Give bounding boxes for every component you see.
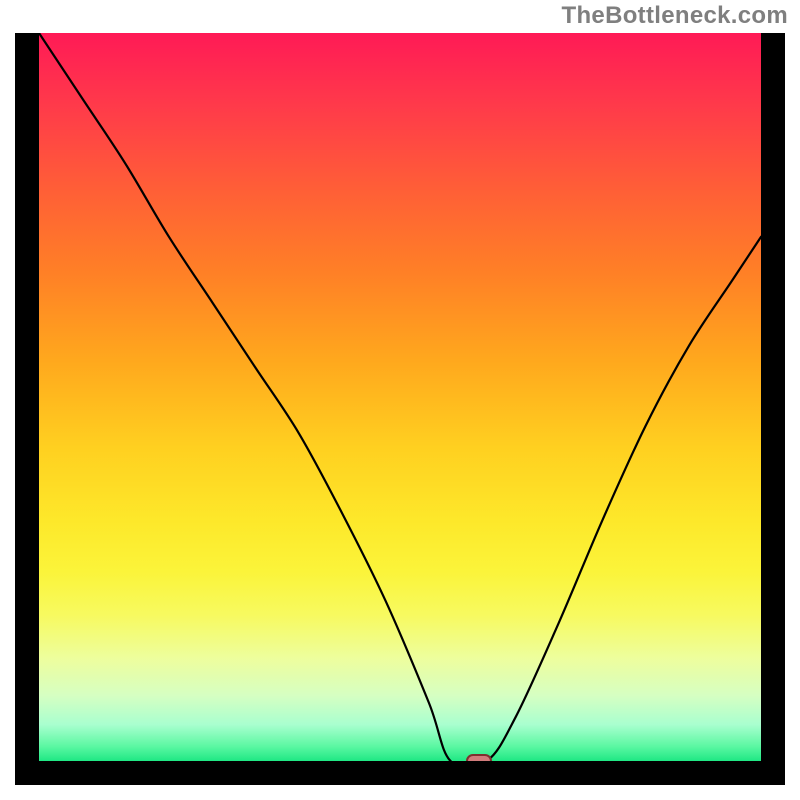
plot-area xyxy=(39,33,761,761)
chart-stage: TheBottleneck.com xyxy=(0,0,800,800)
watermark-text: TheBottleneck.com xyxy=(562,2,788,30)
bottleneck-curve-path xyxy=(39,33,761,761)
curve-minimum-marker xyxy=(466,754,492,761)
plot-outer-border xyxy=(15,33,785,785)
bottleneck-curve-svg xyxy=(39,33,761,761)
